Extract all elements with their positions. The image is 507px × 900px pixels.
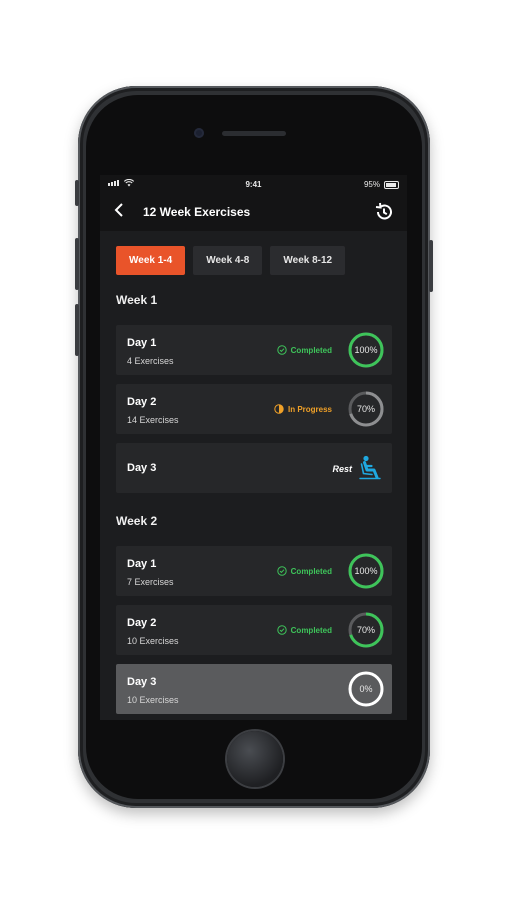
week-1-day-2-card[interactable]: Day 2 14 Exercises In Progress 70%	[116, 384, 392, 434]
day-label: Day 3	[127, 462, 157, 474]
check-circle-icon	[276, 625, 287, 635]
earpiece-speaker	[222, 131, 286, 136]
half-circle-icon	[274, 404, 284, 414]
rest-label: Rest	[332, 464, 352, 474]
volume-down-button	[75, 304, 79, 356]
progress-label: 70%	[356, 404, 375, 414]
tab-week-1-4[interactable]: Week 1-4	[116, 246, 186, 275]
volume-up-button	[75, 238, 79, 290]
exercise-count: 10 Exercises	[127, 636, 179, 646]
exercise-count: 7 Exercises	[127, 577, 174, 587]
mute-switch	[75, 180, 79, 206]
week-2-heading: Week 2	[116, 514, 158, 528]
day-label: Day 3	[127, 676, 157, 688]
day-label: Day 2	[127, 396, 157, 408]
page-title: 12 Week Exercises	[143, 205, 251, 219]
status-badge: In Progress	[274, 404, 332, 414]
check-circle-icon	[276, 566, 287, 576]
exercise-count: 4 Exercises	[127, 356, 174, 366]
progress-label: 100%	[354, 345, 378, 355]
check-circle-icon	[276, 345, 287, 355]
progress-label: 100%	[354, 566, 378, 576]
status-time: 9:41	[245, 180, 262, 189]
week-1-heading: Week 1	[116, 293, 158, 307]
history-icon[interactable]	[373, 201, 395, 223]
app-header: 12 Week Exercises	[100, 195, 407, 231]
status-text: Completed	[290, 625, 332, 635]
home-button[interactable]	[227, 731, 283, 787]
battery-icon	[384, 180, 399, 189]
battery-indicator: 95%	[364, 180, 399, 189]
status-text: In Progress	[287, 404, 332, 414]
status-badge: Completed	[276, 345, 332, 355]
status-badge: Completed	[276, 625, 332, 635]
exercise-count: 14 Exercises	[127, 415, 179, 425]
week-1-day-1-card[interactable]: Day 1 4 Exercises Completed 100%	[116, 325, 392, 375]
tab-week-8-12[interactable]: Week 8-12	[270, 246, 346, 275]
week-2-day-3-card[interactable]: Day 3 10 Exercises 0%	[116, 664, 392, 714]
week-tabs: Week 1-4 Week 4-8 Week 8-12	[116, 246, 346, 275]
seated-rest-icon	[359, 455, 381, 480]
week-2-day-1-card[interactable]: Day 1 7 Exercises Completed 100%	[116, 546, 392, 596]
front-camera	[194, 128, 204, 138]
day-label: Day 1	[127, 558, 157, 570]
chevron-left-icon[interactable]	[114, 203, 124, 222]
day-label: Day 2	[127, 617, 157, 629]
day-label: Day 1	[127, 337, 157, 349]
status-text: Completed	[290, 566, 332, 576]
battery-percent: 95%	[363, 180, 380, 189]
status-badge: Completed	[276, 566, 332, 576]
power-button	[429, 240, 433, 292]
progress-label: 0%	[359, 684, 373, 694]
status-text: Completed	[290, 345, 332, 355]
status-bar: 9:41 95%	[100, 175, 407, 195]
app-screen: 9:41 95% 12 Week Exercises Week 1-4 Week…	[100, 175, 407, 720]
exercise-count: 10 Exercises	[127, 695, 179, 705]
progress-label: 70%	[356, 625, 375, 635]
tab-week-4-8[interactable]: Week 4-8	[193, 246, 263, 275]
week-2-day-2-card[interactable]: Day 2 10 Exercises Completed 70%	[116, 605, 392, 655]
week-1-day-3-card[interactable]: Day 3 Rest	[116, 443, 392, 493]
